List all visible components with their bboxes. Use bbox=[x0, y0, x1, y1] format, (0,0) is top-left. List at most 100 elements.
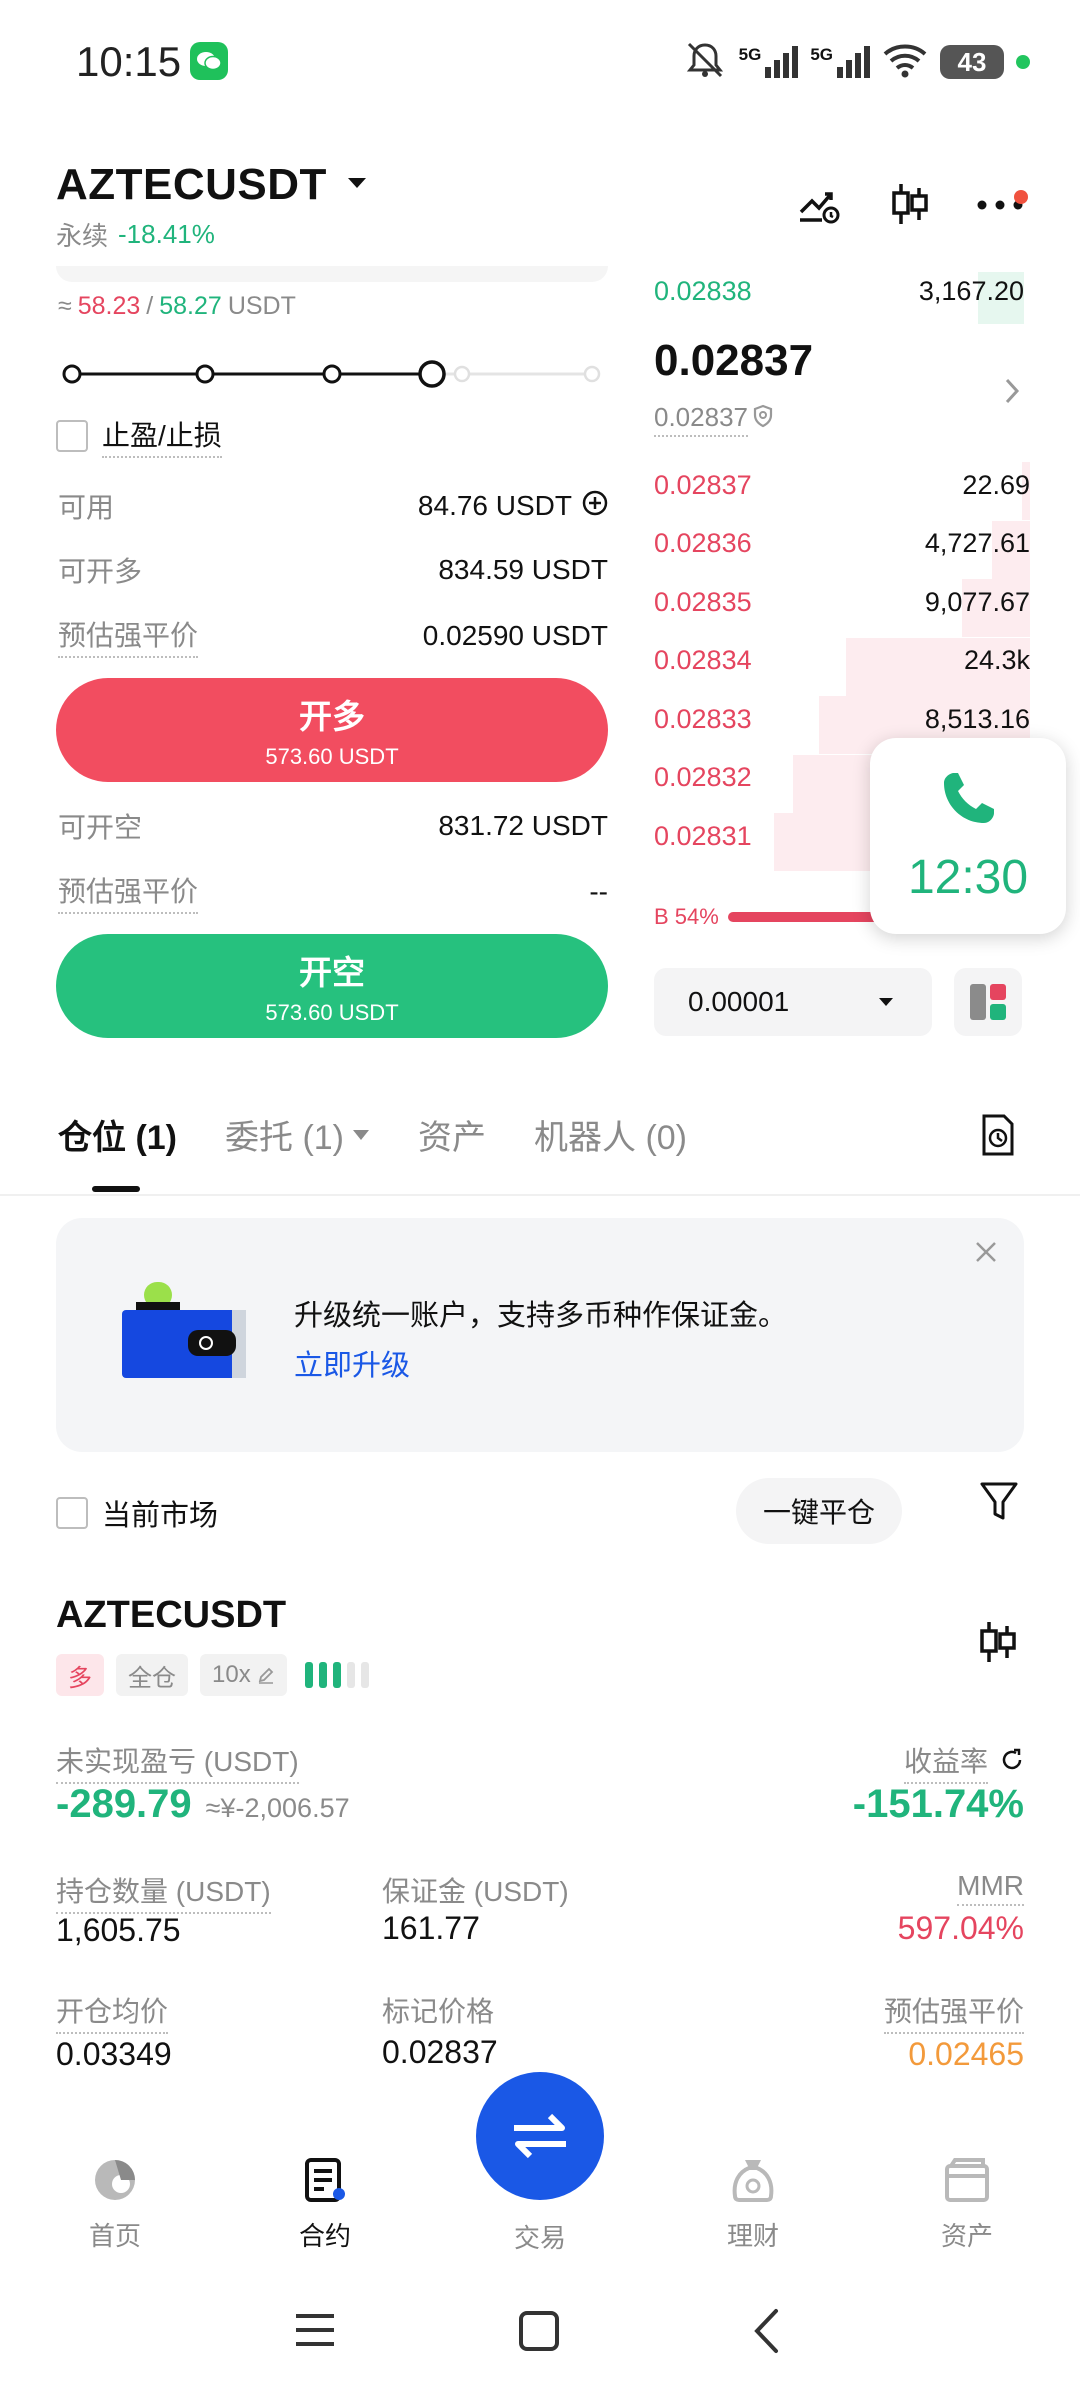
can-long-value: 834.59 USDT bbox=[438, 554, 608, 585]
futures-icon bbox=[305, 2158, 345, 2202]
bid-price: 0.02836 bbox=[654, 528, 752, 558]
price-change: -18.41% bbox=[118, 219, 215, 249]
chevron-down-icon bbox=[879, 998, 893, 1006]
perp-label: 永续 bbox=[56, 221, 109, 251]
margin-label: 保证金 (USDT) bbox=[382, 1876, 569, 1907]
bid-price: 0.02834 bbox=[654, 645, 752, 675]
bid-row[interactable]: 0.02835 9,077.67 bbox=[654, 579, 1030, 637]
book-layout-icon[interactable] bbox=[954, 968, 1022, 1036]
liq-price-long-row: 预估强平价 0.02590 USDT bbox=[58, 614, 608, 658]
upgrade-link[interactable]: 立即升级 bbox=[294, 1342, 410, 1384]
menu-icon[interactable] bbox=[294, 2310, 336, 2355]
tpsl-toggle[interactable]: 止盈/止损 bbox=[56, 414, 222, 458]
bid-price: 0.02831 bbox=[654, 820, 752, 851]
back-icon[interactable] bbox=[752, 2308, 780, 2359]
position-tags: 多 全仓 10x bbox=[56, 1654, 369, 1696]
symbol-dropdown-icon[interactable] bbox=[346, 176, 368, 195]
nav-assets[interactable]: 资产 bbox=[912, 2156, 1022, 2253]
trade-icon bbox=[476, 2072, 604, 2200]
wallet-icon bbox=[945, 2158, 989, 2202]
price-alert-icon[interactable] bbox=[798, 184, 844, 229]
margin-mode-tag: 全仓 bbox=[116, 1654, 188, 1696]
bid-row[interactable]: 0.02836 4,727.61 bbox=[654, 520, 1030, 579]
refresh-icon[interactable] bbox=[1000, 1748, 1024, 1777]
tpsl-label: 止盈/止损 bbox=[102, 414, 222, 458]
close-all-button[interactable]: 一键平仓 bbox=[736, 1478, 902, 1544]
battery-icon: 43 bbox=[940, 45, 1004, 79]
unrealized-pnl-label: 未实现盈亏 (USDT) bbox=[56, 1740, 299, 1784]
tab-underline bbox=[92, 1186, 140, 1192]
chevron-down-icon bbox=[353, 1129, 369, 1140]
tab-positions[interactable]: 仓位 (1) bbox=[58, 1110, 177, 1159]
mmr-value: 597.04% bbox=[897, 1910, 1024, 1946]
wechat-icon bbox=[190, 42, 228, 80]
chevron-right-icon[interactable] bbox=[1004, 378, 1020, 409]
position-symbol[interactable]: AZTECUSDT bbox=[56, 1594, 286, 1637]
nav-futures[interactable]: 合约 bbox=[270, 2156, 380, 2253]
header-actions bbox=[798, 182, 1028, 231]
nav-trade[interactable]: 交易 bbox=[476, 2072, 604, 2255]
order-form-shadow bbox=[56, 266, 608, 282]
history-icon[interactable] bbox=[978, 1114, 1018, 1161]
home-icon bbox=[95, 2160, 135, 2200]
liq-price-long-value: 0.02590 USDT bbox=[422, 620, 608, 651]
entry-price-label: 开仓均价 bbox=[56, 1990, 169, 2034]
bid-qty: 22.69 bbox=[962, 469, 1030, 500]
clock: 10:15 bbox=[76, 38, 182, 85]
mute-icon bbox=[683, 40, 727, 85]
last-price: 0.02837 bbox=[654, 336, 814, 385]
signal-2: 5G bbox=[810, 45, 870, 79]
tab-orders[interactable]: 委托 (1) bbox=[225, 1110, 370, 1159]
current-market-filter[interactable]: 当前市场 bbox=[56, 1492, 218, 1534]
liq-price-label: 预估强平价 bbox=[883, 1990, 1024, 2034]
current-market-checkbox[interactable] bbox=[56, 1497, 88, 1529]
position-tabs: 仓位 (1) 委托 (1) 资产 机器人 (0) bbox=[58, 1110, 687, 1159]
candlestick-icon[interactable] bbox=[890, 182, 930, 231]
liq-price-short-value: -- bbox=[589, 876, 608, 907]
bid-row[interactable]: 0.02833 8,513.16 bbox=[654, 696, 1030, 754]
tpsl-checkbox[interactable] bbox=[56, 420, 88, 452]
amount-slider[interactable] bbox=[62, 356, 602, 392]
unrealized-pnl-value: -289.79 bbox=[56, 1782, 192, 1826]
unrealized-pnl-cny: ≈¥-2,006.57 bbox=[205, 1793, 350, 1823]
status-icons: 5G 5G 43 bbox=[683, 40, 1030, 84]
tick-size-select[interactable]: 0.00001 bbox=[654, 968, 932, 1036]
top-ask-row[interactable]: 0.02838 3,167.20 bbox=[654, 276, 1024, 307]
available-row: 可用 84.76 USDT bbox=[58, 486, 608, 526]
edit-icon bbox=[258, 1667, 273, 1684]
candlestick-icon[interactable] bbox=[978, 1620, 1018, 1669]
system-nav bbox=[0, 2280, 1080, 2400]
mark-price-value: 0.02837 bbox=[382, 2034, 498, 2070]
transfer-add-icon[interactable] bbox=[582, 490, 608, 523]
bid-qty: 8,513.16 bbox=[924, 703, 1030, 734]
tab-assets[interactable]: 资产 bbox=[418, 1110, 486, 1159]
bid-row[interactable]: 0.02834 24.3k bbox=[654, 637, 1030, 696]
liq-price-value: 0.02465 bbox=[908, 2036, 1024, 2072]
bid-price: 0.02837 bbox=[654, 469, 752, 500]
signal-1: 5G bbox=[739, 45, 799, 79]
can-long-row: 可开多 834.59 USDT bbox=[58, 554, 608, 587]
filter-icon[interactable] bbox=[980, 1482, 1018, 1527]
home-button-icon[interactable] bbox=[518, 2310, 560, 2357]
call-overlay[interactable]: 12:30 bbox=[870, 738, 1066, 934]
bid-qty: 9,077.67 bbox=[924, 586, 1030, 617]
open-long-button[interactable]: 开多 573.60 USDT bbox=[56, 678, 608, 782]
mark-price-label: 标记价格 bbox=[382, 1996, 495, 2027]
symbol-title[interactable]: AZTECUSDT bbox=[56, 160, 327, 210]
open-short-button[interactable]: 开空 573.60 USDT bbox=[56, 934, 608, 1038]
available-value: 84.76 USDT bbox=[417, 490, 572, 521]
bid-price: 0.02832 bbox=[654, 762, 752, 792]
adl-indicator bbox=[304, 1662, 369, 1688]
nav-home[interactable]: 首页 bbox=[60, 2156, 170, 2253]
leverage-tag[interactable]: 10x bbox=[200, 1654, 287, 1696]
nav-earn[interactable]: 理财 bbox=[698, 2156, 808, 2253]
can-short-value: 831.72 USDT bbox=[438, 810, 608, 841]
tab-bots[interactable]: 机器人 (0) bbox=[534, 1110, 687, 1159]
notification-dot bbox=[1014, 189, 1028, 204]
est-unit: USDT bbox=[227, 292, 296, 320]
bid-row[interactable]: 0.02837 22.69 bbox=[654, 462, 1030, 520]
close-icon[interactable] bbox=[974, 1240, 998, 1269]
more-icon[interactable] bbox=[976, 189, 1028, 216]
size-value: 1,605.75 bbox=[56, 1912, 181, 1948]
wallet-illustration-icon bbox=[122, 1282, 250, 1387]
